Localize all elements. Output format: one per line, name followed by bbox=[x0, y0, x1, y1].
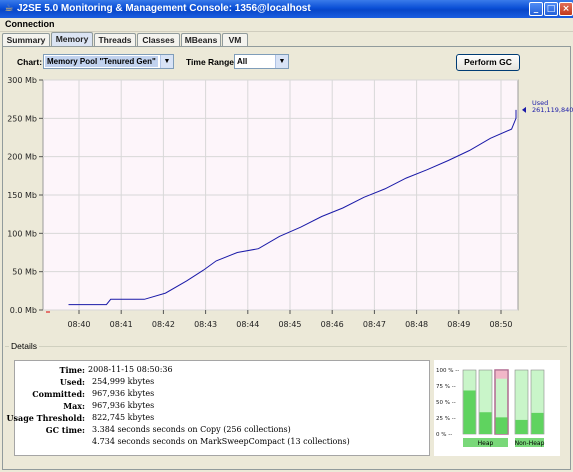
tab-memory[interactable]: Memory bbox=[51, 32, 93, 46]
y-tick-label: 100 Mb bbox=[7, 229, 37, 238]
pool-bar-fill bbox=[495, 417, 508, 434]
x-tick-label: 08:43 bbox=[194, 320, 217, 329]
close-button[interactable]: × bbox=[559, 2, 573, 16]
details-row: Committed: 967,936 kbytes bbox=[15, 389, 429, 401]
chart-select[interactable]: Memory Pool "Tenured Gen" ▼ bbox=[43, 54, 174, 69]
details-box: Time: 2008-11-15 08:50:36 Used: 254,999 kby… bbox=[7, 360, 430, 456]
x-tick-label: 08:40 bbox=[67, 320, 90, 329]
y-tick-label: 200 Mb bbox=[7, 153, 37, 162]
tab-vm[interactable]: VM bbox=[222, 33, 248, 46]
pool-bar-fill bbox=[531, 412, 544, 434]
details-value: 3.384 seconds seconds on Copy (256 colle… bbox=[92, 425, 291, 434]
minimize-button[interactable]: _ bbox=[529, 2, 543, 16]
x-tick-label: 08:49 bbox=[447, 320, 470, 329]
tab-summary[interactable]: Summary bbox=[2, 33, 50, 46]
time-range-select-value: All bbox=[237, 57, 248, 66]
y-tick-label: 300 Mb bbox=[7, 76, 37, 85]
details-value: 2008-11-15 08:50:36 bbox=[88, 365, 173, 374]
pool-group-label[interactable]: Heap bbox=[478, 440, 494, 447]
details-row: Max: 967,936 kbytes bbox=[15, 401, 429, 413]
details-row: 4.734 seconds seconds on MarkSweepCompac… bbox=[15, 437, 429, 449]
x-tick-label: 08:42 bbox=[152, 320, 175, 329]
chevron-down-icon[interactable]: ▼ bbox=[160, 55, 173, 68]
memory-pool-bar-chart[interactable]: 100 % -- 75 % -- 50 % -- 25 % -- 0 % -- Heap N… bbox=[434, 360, 560, 456]
maximize-button[interactable]: □ bbox=[544, 2, 558, 16]
details-row: Usage Threshold: 822,745 kbytes bbox=[7, 413, 429, 425]
y-tick-label: 150 Mb bbox=[7, 191, 37, 200]
java-app-icon: ☕ bbox=[4, 3, 14, 14]
details-key: Max: bbox=[63, 401, 85, 411]
annotation-value: 261,119,840 bbox=[532, 106, 573, 114]
details-value: 967,936 kbytes bbox=[92, 389, 155, 398]
title-bar: ☕ J2SE 5.0 Monitoring & Management Conso… bbox=[0, 0, 573, 18]
x-tick-label: 08:48 bbox=[405, 320, 428, 329]
time-range-label: Time Range: bbox=[186, 57, 237, 67]
pool-bar-fill bbox=[463, 390, 476, 434]
chevron-down-icon[interactable]: ▼ bbox=[275, 55, 288, 68]
y-tick-label: 250 Mb bbox=[7, 114, 37, 123]
x-tick-label: 08:41 bbox=[110, 320, 133, 329]
tab-classes[interactable]: Classes bbox=[137, 33, 180, 46]
details-value: 822,745 kbytes bbox=[92, 413, 155, 422]
menu-connection[interactable]: Connection bbox=[5, 19, 55, 29]
pool-y-tick-label: 75 % -- bbox=[436, 384, 456, 390]
details-key: Time: bbox=[59, 365, 86, 375]
pool-y-tick-label: 100 % -- bbox=[436, 368, 459, 374]
details-value: 967,936 kbytes bbox=[92, 401, 155, 410]
chart-label: Chart: bbox=[17, 57, 43, 67]
x-tick-label: 08:47 bbox=[363, 320, 386, 329]
pool-group-label[interactable]: Non-Heap bbox=[515, 440, 545, 447]
pool-bar-threshold bbox=[495, 370, 508, 379]
x-tick-label: 08:45 bbox=[278, 320, 301, 329]
perform-gc-button[interactable]: Perform GC bbox=[456, 54, 520, 71]
details-key: GC time: bbox=[45, 425, 85, 435]
pool-y-tick-label: 25 % -- bbox=[436, 416, 456, 422]
details-key: Committed: bbox=[32, 389, 85, 399]
details-row: GC time: 3.384 seconds seconds on Copy (2… bbox=[15, 425, 429, 437]
x-tick-label: 08:50 bbox=[489, 320, 512, 329]
y-tick-label: 50 Mb bbox=[12, 268, 37, 277]
time-range-select[interactable]: All ▼ bbox=[234, 54, 289, 69]
pool-bar-fill bbox=[479, 412, 492, 434]
details-key: Usage Threshold: bbox=[6, 413, 85, 423]
pool-y-tick-label: 0 % -- bbox=[436, 432, 452, 438]
y-tick-label: 0.0 Mb bbox=[10, 306, 37, 315]
x-tick-label: 08:44 bbox=[236, 320, 259, 329]
details-value: 254,999 kbytes bbox=[92, 377, 155, 386]
menu-bar: Connection bbox=[0, 18, 573, 32]
window-title: J2SE 5.0 Monitoring & Management Console… bbox=[17, 3, 311, 14]
details-row: Time: 2008-11-15 08:50:36 bbox=[15, 365, 429, 377]
memory-pool-bars: 100 % -- 75 % -- 50 % -- 25 % -- 0 % -- Heap N… bbox=[434, 360, 560, 456]
details-row: Used: 254,999 kbytes bbox=[15, 377, 429, 389]
details-key: Used: bbox=[59, 377, 85, 387]
details-value: 4.734 seconds seconds on MarkSweepCompac… bbox=[92, 437, 350, 446]
memory-usage-chart: 0.0 Mb 50 Mb 100 Mb 150 Mb 200 Mb 250 Mb 300 M… bbox=[7, 76, 573, 329]
details-title: Details bbox=[9, 341, 39, 351]
pool-y-tick-label: 50 % -- bbox=[436, 400, 456, 406]
tab-threads[interactable]: Threads bbox=[94, 33, 136, 46]
pool-bar-fill bbox=[515, 419, 528, 434]
tab-mbeans[interactable]: MBeans bbox=[181, 33, 221, 46]
chart-select-value: Memory Pool "Tenured Gen" bbox=[45, 56, 158, 67]
x-tick-label: 08:46 bbox=[321, 320, 344, 329]
annotation-arrow-icon bbox=[522, 106, 526, 113]
